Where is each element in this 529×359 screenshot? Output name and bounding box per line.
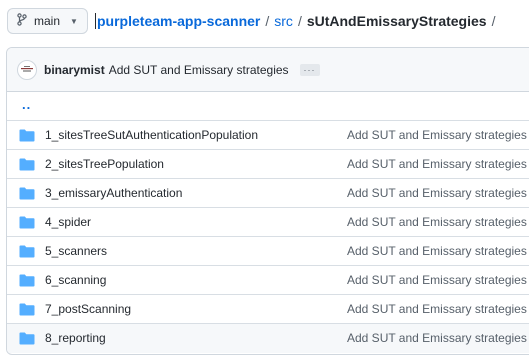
file-browser: binarymist Add SUT and Emissary strategi… xyxy=(6,47,529,355)
commit-message-link[interactable]: Add SUT and Emissary strategies xyxy=(109,63,289,77)
folder-name-link[interactable]: 2_sitesTreePopulation xyxy=(45,150,164,179)
file-row[interactable]: 7_postScanning Add SUT and Emissary strat… xyxy=(7,295,529,324)
commit-author-link[interactable]: binarymist xyxy=(44,63,105,77)
file-row[interactable]: 5_scanners Add SUT and Emissary strategie… xyxy=(7,237,529,266)
folder-name-link[interactable]: 1_sitesTreeSutAuthenticationPopulation xyxy=(45,121,258,150)
folder-icon xyxy=(19,245,35,258)
folder-icon xyxy=(19,332,35,345)
commit-message-link[interactable]: Add SUT and Emissary strategies xyxy=(347,324,527,353)
branch-label: main xyxy=(34,14,61,28)
commit-message-link[interactable]: Add SUT and Emissary strategies xyxy=(347,295,527,324)
file-row[interactable]: 4_spider Add SUT and Emissary strategies xyxy=(7,208,529,237)
folder-icon xyxy=(19,129,35,142)
latest-commit-bar: binarymist Add SUT and Emissary strategi… xyxy=(7,48,529,92)
parent-directory-link[interactable]: .. xyxy=(22,97,31,112)
top-bar: main ▼ purpleteam-app-scanner / src / sU… xyxy=(0,0,529,44)
breadcrumb: purpleteam-app-scanner / src / sUtAndEmi… xyxy=(95,11,500,31)
breadcrumb-separator: / xyxy=(265,13,270,29)
commit-message-link[interactable]: Add SUT and Emissary strategies xyxy=(347,266,527,295)
parent-directory-row[interactable]: .. xyxy=(7,92,529,121)
chevron-down-icon: ▼ xyxy=(70,16,78,26)
folder-name-link[interactable]: 3_emissaryAuthentication xyxy=(45,179,182,208)
breadcrumb-src-link[interactable]: src xyxy=(274,13,293,29)
commit-message-link[interactable]: Add SUT and Emissary strategies xyxy=(347,179,527,208)
commit-message-link[interactable]: Add SUT and Emissary strategies xyxy=(347,150,527,179)
commit-expand-button[interactable]: ··· xyxy=(299,63,320,76)
commit-message-link[interactable]: Add SUT and Emissary strategies xyxy=(347,121,527,150)
file-row[interactable]: 8_reporting Add SUT and Emissary strategi… xyxy=(7,324,529,353)
folder-icon xyxy=(19,158,35,171)
folder-icon xyxy=(19,274,35,287)
breadcrumb-separator: / xyxy=(491,13,496,29)
git-branch-icon xyxy=(17,13,27,29)
breadcrumb-repo-link[interactable]: purpleteam-app-scanner xyxy=(97,13,260,29)
commit-message-link[interactable]: Add SUT and Emissary strategies xyxy=(347,237,527,266)
text-cursor xyxy=(95,13,96,29)
folder-name-link[interactable]: 8_reporting xyxy=(45,324,106,353)
avatar[interactable] xyxy=(17,59,37,80)
file-row[interactable]: 6_scanning Add SUT and Emissary strategie… xyxy=(7,266,529,295)
breadcrumb-current-dir: sUtAndEmissaryStrategies xyxy=(306,13,487,29)
file-row[interactable]: 2_sitesTreePopulation Add SUT and Emissar… xyxy=(7,150,529,179)
folder-name-link[interactable]: 6_scanning xyxy=(45,266,106,295)
folder-icon xyxy=(19,187,35,200)
folder-name-link[interactable]: 4_spider xyxy=(45,208,91,237)
commit-message-link[interactable]: Add SUT and Emissary strategies xyxy=(347,208,527,237)
breadcrumb-separator: / xyxy=(297,13,302,29)
folder-name-link[interactable]: 5_scanners xyxy=(45,237,107,266)
folder-icon xyxy=(19,303,35,316)
branch-selector-button[interactable]: main ▼ xyxy=(7,8,88,34)
folder-name-link[interactable]: 7_postScanning xyxy=(45,295,131,324)
file-row[interactable]: 3_emissaryAuthentication Add SUT and Emis… xyxy=(7,179,529,208)
file-row[interactable]: 1_sitesTreeSutAuthenticationPopulation Ad… xyxy=(7,121,529,150)
folder-icon xyxy=(19,216,35,229)
